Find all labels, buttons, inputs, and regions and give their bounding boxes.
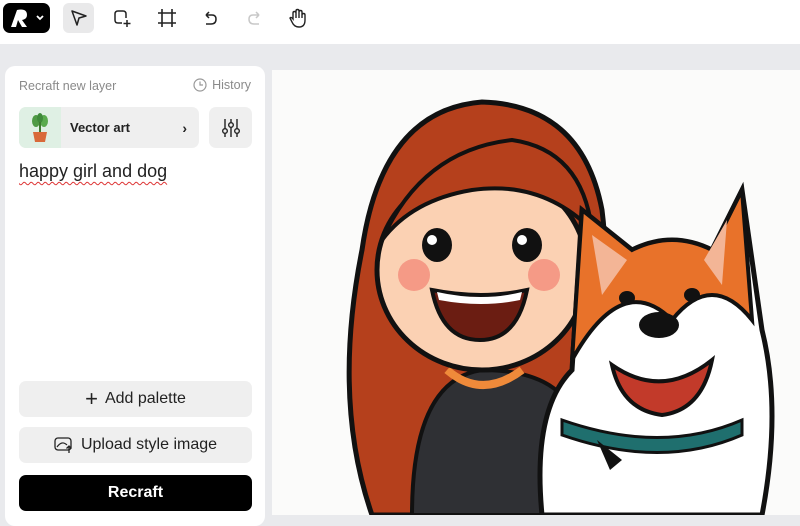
style-label: Vector art	[70, 120, 130, 135]
logo-menu-button[interactable]	[3, 3, 50, 33]
undo-button[interactable]	[194, 3, 225, 33]
redo-icon	[247, 11, 260, 25]
hand-icon	[288, 8, 306, 28]
frame-add-icon	[113, 10, 130, 27]
crop-icon	[157, 9, 176, 27]
clock-icon	[193, 78, 207, 92]
add-palette-label: Add palette	[104, 390, 186, 407]
canvas[interactable]	[272, 70, 800, 515]
toolbar	[0, 0, 800, 44]
history-button[interactable]: History	[193, 78, 251, 92]
redo-button[interactable]	[239, 3, 270, 33]
hand-tool[interactable]	[282, 3, 313, 33]
style-thumbnail	[19, 107, 61, 148]
sliders-icon	[221, 118, 240, 137]
upload-style-label: Upload style image	[80, 436, 218, 453]
recraft-button[interactable]: Recraft	[19, 475, 252, 511]
recraft-label: Recraft	[107, 484, 164, 501]
recraft-logo-icon	[10, 9, 44, 27]
upload-style-image-button[interactable]: Upload style image	[19, 427, 252, 463]
panel-title: Recraft new layer	[19, 79, 117, 93]
undo-icon	[204, 11, 217, 25]
select-tool[interactable]	[63, 3, 94, 33]
generated-image-girl-and-dog	[346, 99, 775, 515]
plant-icon	[32, 112, 48, 142]
settings-button[interactable]	[209, 107, 252, 148]
add-palette-button[interactable]: + Add palette	[19, 381, 252, 417]
recraft-panel: Recraft new layer History Vector art › h…	[5, 66, 265, 526]
plus-icon: +	[85, 386, 98, 411]
chevron-right-icon: ›	[182, 119, 187, 136]
cursor-icon	[70, 10, 87, 26]
image-upload-icon	[54, 437, 72, 453]
style-selector[interactable]: Vector art ›	[19, 107, 199, 148]
prompt-input[interactable]: happy girl and dog	[19, 161, 167, 182]
history-label: History	[212, 78, 251, 92]
crop-tool[interactable]	[151, 3, 182, 33]
add-frame-tool[interactable]	[106, 3, 137, 33]
